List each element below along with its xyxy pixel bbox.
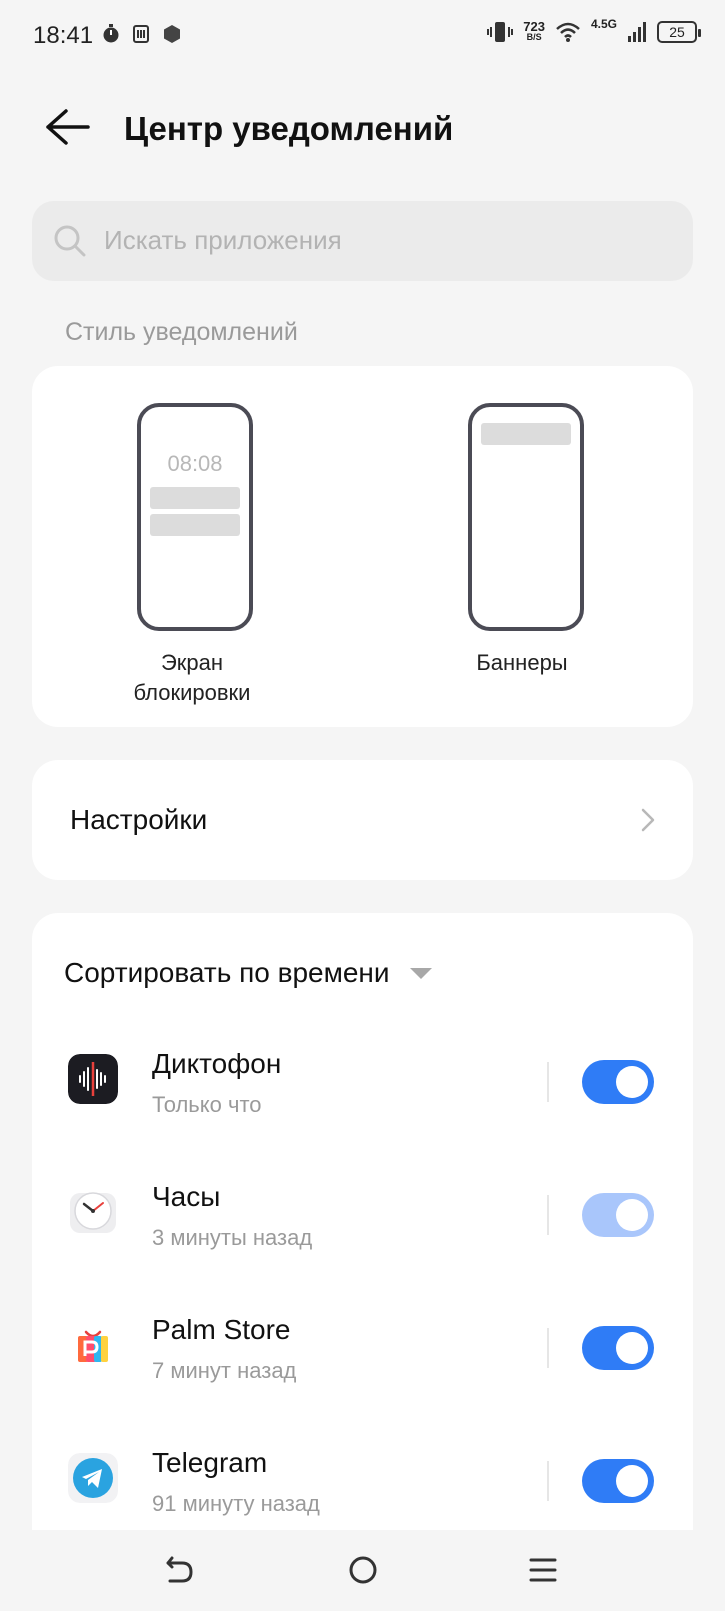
app-row-voice-recorder[interactable]: Диктофон Только что xyxy=(32,1036,693,1156)
search-input[interactable]: Искать приложения xyxy=(32,201,693,281)
app-name: Диктофон xyxy=(152,1048,282,1079)
preview-banner-bar xyxy=(481,423,571,445)
status-icons-right: 723 B/S 4.5G 25 xyxy=(487,17,701,44)
search-placeholder: Искать приложения xyxy=(104,225,342,255)
palm-store-icon xyxy=(78,1330,108,1362)
app-name: Часы xyxy=(152,1181,221,1212)
app-time: 7 минут назад xyxy=(152,1358,297,1383)
speed-value: 723 xyxy=(523,19,545,34)
preview-notification-bar xyxy=(150,514,240,536)
network-type: 4.5G xyxy=(590,17,617,31)
notification-toggle[interactable] xyxy=(582,1193,654,1237)
voice-recorder-icon xyxy=(68,1054,118,1104)
divider xyxy=(547,1328,549,1368)
clock-icon xyxy=(70,1192,116,1233)
menu-nav-icon[interactable] xyxy=(523,1550,563,1590)
back-arrow-icon[interactable] xyxy=(44,107,92,147)
app-time: 3 минуты назад xyxy=(152,1225,313,1250)
apps-card: Сортировать по времени Диктофон Только ч… xyxy=(32,913,693,1611)
status-bar: 18:41 723 B/S 4.5G 25 xyxy=(0,0,725,72)
app-name: Telegram xyxy=(152,1447,268,1478)
banner-style-label[interactable]: Баннеры xyxy=(432,648,612,678)
battery-level: 25 xyxy=(669,24,685,40)
divider xyxy=(547,1195,549,1235)
navigation-bar xyxy=(0,1530,725,1611)
search-icon xyxy=(54,225,86,257)
divider xyxy=(547,1461,549,1501)
app-row-palm-store[interactable]: Palm Store 7 минут назад xyxy=(32,1302,693,1422)
app-hexagon-icon xyxy=(164,25,180,43)
banner-style-option[interactable] xyxy=(468,403,584,631)
nfc-icon xyxy=(133,25,149,43)
app-row-clock[interactable]: Часы 3 минуты назад xyxy=(32,1169,693,1289)
telegram-icon xyxy=(68,1453,118,1503)
app-time: Только что xyxy=(152,1092,262,1117)
notification-toggle[interactable] xyxy=(582,1060,654,1104)
preview-notification-bar xyxy=(150,487,240,509)
preview-time: 08:08 xyxy=(167,451,223,476)
speed-unit: B/S xyxy=(526,32,542,42)
signal-icon xyxy=(628,22,646,42)
settings-row[interactable]: Настройки xyxy=(32,760,693,880)
wifi-icon xyxy=(556,22,580,42)
sort-dropdown[interactable]: Сортировать по времени xyxy=(64,957,432,989)
app-name: Palm Store xyxy=(152,1314,291,1345)
settings-label: Настройки xyxy=(70,804,208,835)
notification-toggle[interactable] xyxy=(582,1326,654,1370)
timer-icon xyxy=(103,24,119,43)
chevron-right-icon xyxy=(641,808,655,832)
lockscreen-style-label[interactable]: Экран блокировки xyxy=(102,648,282,708)
home-nav-icon[interactable] xyxy=(343,1550,383,1590)
battery-icon: 25 xyxy=(657,21,701,43)
sort-label: Сортировать по времени xyxy=(64,957,390,988)
vibrate-icon xyxy=(487,22,514,42)
status-time: 18:41 xyxy=(33,22,94,49)
network-speed: 723 B/S xyxy=(523,19,545,43)
page-title: Центр уведомлений xyxy=(124,110,454,147)
dropdown-triangle-icon xyxy=(409,967,432,979)
back-nav-icon[interactable] xyxy=(160,1550,200,1590)
app-time: 91 минуту назад xyxy=(152,1491,320,1516)
notification-toggle[interactable] xyxy=(582,1459,654,1503)
status-icons-left xyxy=(102,24,182,44)
divider xyxy=(547,1062,549,1102)
lockscreen-style-option[interactable]: 08:08 xyxy=(137,403,253,631)
notification-style-card: 08:08 Экран блокировки Баннеры xyxy=(32,366,693,727)
notification-style-label: Стиль уведомлений xyxy=(65,318,298,346)
